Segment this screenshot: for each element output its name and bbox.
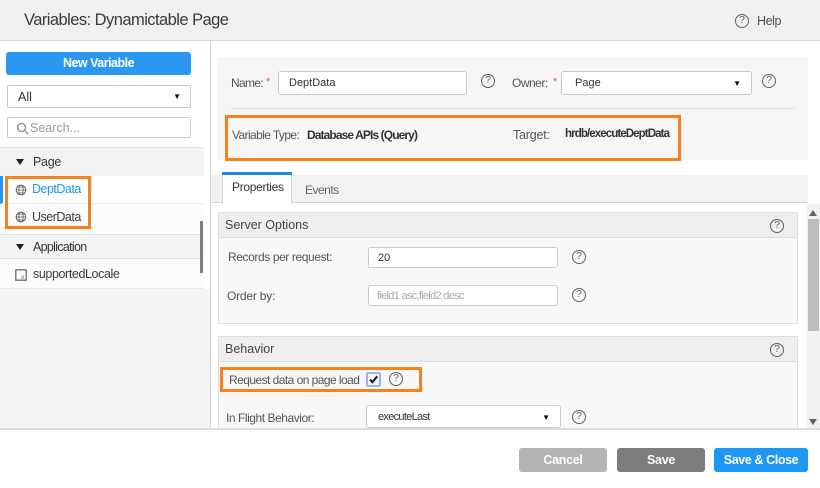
svg-text:x: x: [21, 275, 24, 281]
